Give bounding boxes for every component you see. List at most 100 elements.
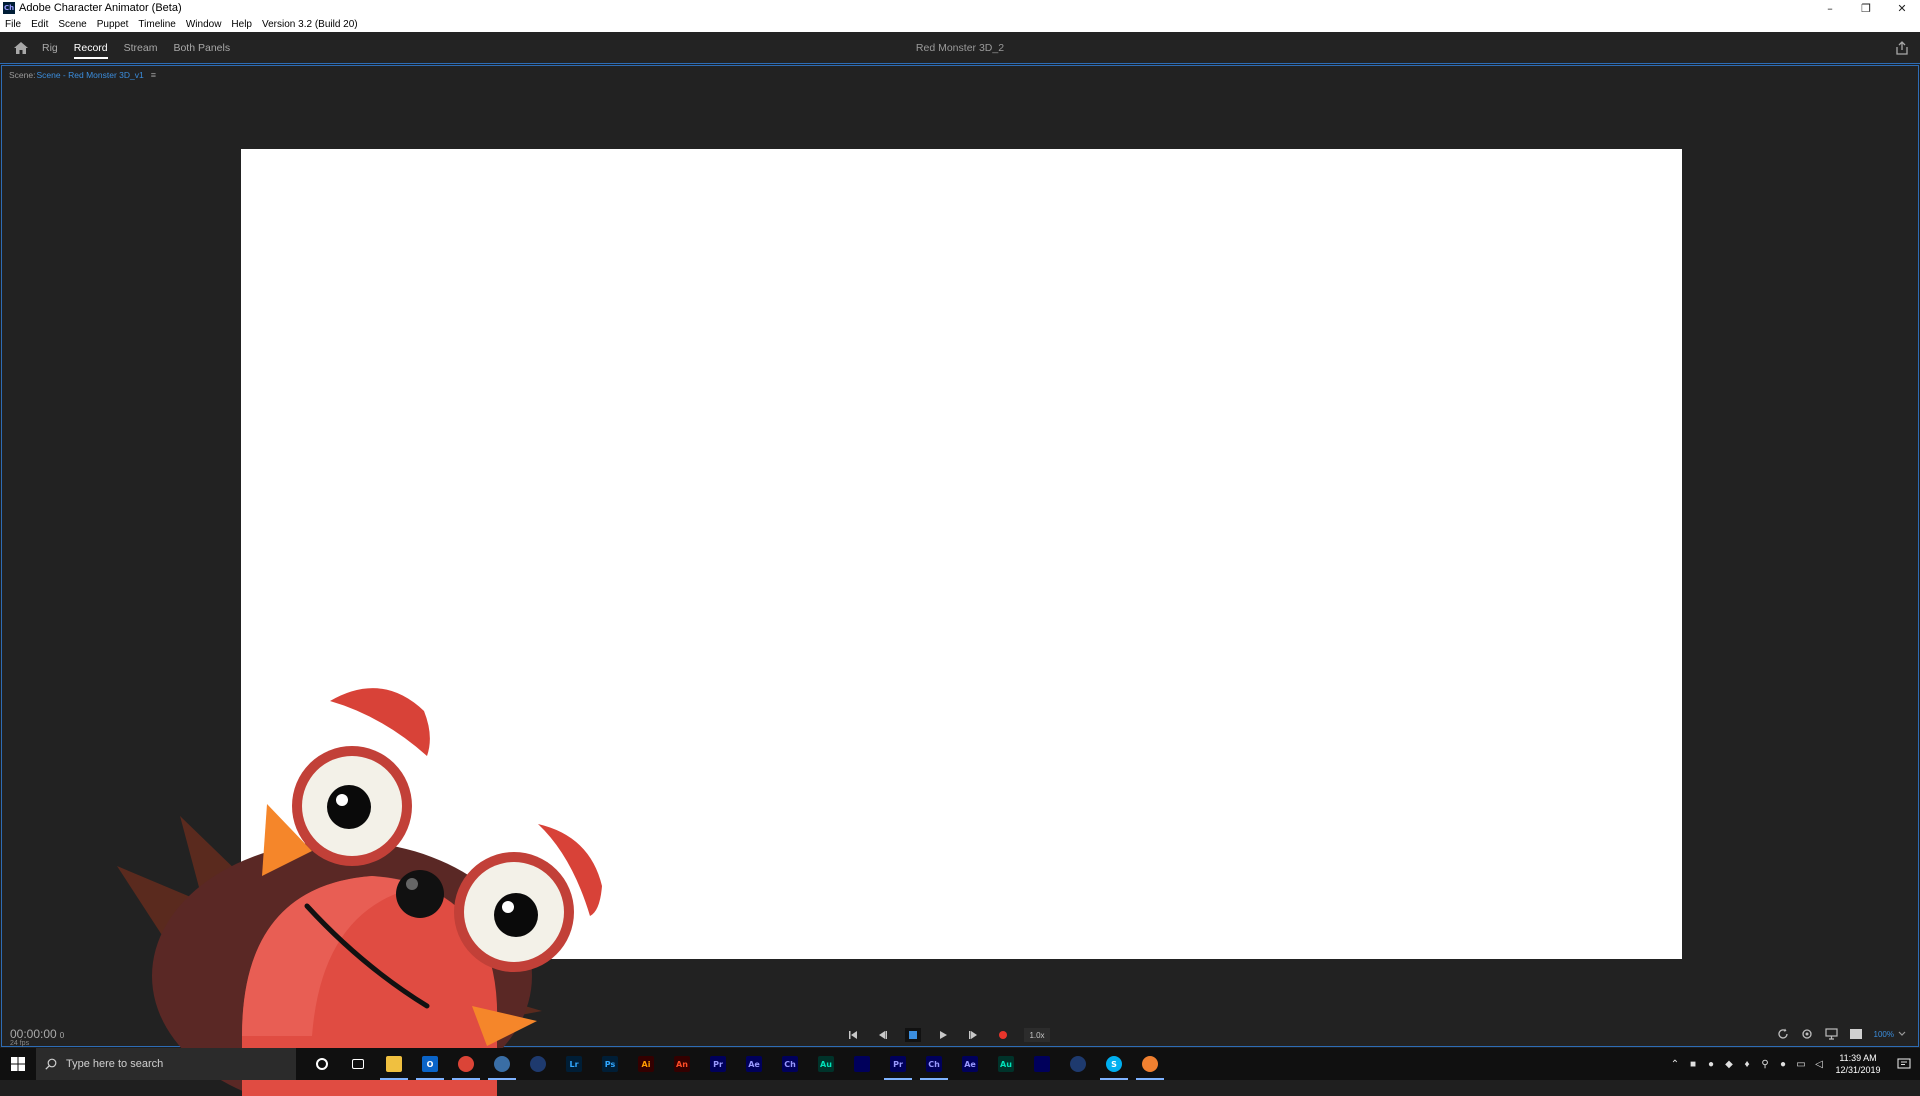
zoom-dropdown[interactable]: 100% [1874, 1030, 1906, 1039]
menu-puppet[interactable]: Puppet [97, 19, 129, 30]
stop-icon [905, 1028, 921, 1042]
windows-taskbar: Type here to search O Lr Ps Ai An Pr Ae Ch Au Pr C… [0, 1048, 1920, 1080]
notifications-icon[interactable] [1888, 1048, 1920, 1080]
panel-menu-icon[interactable]: ≡ [151, 70, 156, 80]
taskbar-app-app-globe[interactable] [484, 1048, 520, 1080]
dropbox-icon[interactable]: ◆ [1720, 1048, 1738, 1080]
timecode-display[interactable]: 00:00:00 0 [10, 1027, 64, 1041]
home-icon[interactable] [0, 32, 42, 64]
microphone-icon[interactable]: ♦ [1738, 1048, 1756, 1080]
taskbar-app-after-effects-beta[interactable]: Ae [952, 1048, 988, 1080]
taskbar-app-media-encoder[interactable] [844, 1048, 880, 1080]
chevron-down-icon [1898, 1031, 1906, 1036]
cortana-icon [316, 1058, 328, 1070]
taskbar-pinned-apps: O Lr Ps Ai An Pr Ae Ch Au Pr Ch Ae Au S [304, 1048, 1168, 1080]
taskbar-app-media-encoder-beta[interactable] [1024, 1048, 1060, 1080]
monitor-icon[interactable] [1824, 1028, 1838, 1040]
red-monster-puppet[interactable] [102, 676, 622, 1096]
tab-record[interactable]: Record [73, 32, 108, 64]
taskbar-clock[interactable]: 11:39 AM 12/31/2019 [1828, 1052, 1888, 1076]
after-effects-icon: Ae [746, 1056, 762, 1072]
menu-bar: File Edit Scene Puppet Timeline Window H… [0, 16, 1920, 32]
show-hidden-icons-icon[interactable]: ⌃ [1666, 1048, 1684, 1080]
taskbar-app-premiere-beta[interactable]: Pr [880, 1048, 916, 1080]
menu-window[interactable]: Window [186, 19, 222, 30]
taskbar-app-character-animator-beta[interactable]: Ch [916, 1048, 952, 1080]
tray-app-icon[interactable]: ■ [1684, 1048, 1702, 1080]
minimize-button[interactable]: – [1812, 0, 1848, 16]
close-button[interactable]: ✕ [1884, 0, 1920, 16]
tray-chrome-icon[interactable]: ● [1702, 1048, 1720, 1080]
taskbar-app-audition[interactable]: Au [808, 1048, 844, 1080]
taskbar-app-photoshop[interactable]: Ps [592, 1048, 628, 1080]
tray-red-app-icon[interactable]: ● [1774, 1048, 1792, 1080]
search-icon [36, 1058, 66, 1070]
menu-scene[interactable]: Scene [58, 19, 86, 30]
scene-name-link[interactable]: Scene - Red Monster 3D_v1 [36, 70, 143, 80]
illustrator-icon: Ai [638, 1056, 654, 1072]
scene-panel-header: Scene: Scene - Red Monster 3D_v1 ≡ [9, 70, 156, 80]
camera-settings-icon[interactable] [1801, 1028, 1813, 1040]
step-forward-icon [969, 1031, 977, 1039]
taskbar-app-file-explorer[interactable] [376, 1048, 412, 1080]
taskbar-app-premiere[interactable]: Pr [700, 1048, 736, 1080]
window-title: Adobe Character Animator (Beta) [19, 2, 182, 14]
taskbar-app-app-c4d[interactable] [520, 1048, 556, 1080]
taskbar-app-chrome[interactable] [448, 1048, 484, 1080]
frame-value: 0 [59, 1031, 65, 1040]
step-back-button[interactable] [868, 1026, 898, 1044]
audition-beta-icon: Au [998, 1056, 1014, 1072]
fill-frame-icon[interactable] [1849, 1029, 1862, 1039]
tray-search-icon[interactable]: ⚲ [1756, 1048, 1774, 1080]
tab-stream[interactable]: Stream [124, 32, 158, 64]
taskbar-app-skype[interactable]: S [1096, 1048, 1132, 1080]
refresh-icon[interactable] [1777, 1028, 1789, 1040]
character-animator-app-icon: Ch [3, 2, 15, 14]
volume-icon[interactable]: ◁ [1810, 1048, 1828, 1080]
chrome-icon [458, 1056, 474, 1072]
skype-icon: S [1106, 1056, 1122, 1072]
taskbar-app-audition-beta[interactable]: Au [988, 1048, 1024, 1080]
menu-help[interactable]: Help [231, 19, 252, 30]
media-encoder-beta-icon [1034, 1056, 1050, 1072]
file-explorer-icon [386, 1056, 402, 1072]
photoshop-icon: Ps [602, 1056, 618, 1072]
after-effects-beta-icon: Ae [962, 1056, 978, 1072]
step-back-icon [879, 1031, 887, 1039]
share-icon[interactable] [1894, 40, 1910, 56]
premiere-icon: Pr [710, 1056, 726, 1072]
taskbar-app-animate[interactable]: An [664, 1048, 700, 1080]
tab-rig[interactable]: Rig [42, 32, 58, 64]
taskbar-search[interactable]: Type here to search [36, 1048, 296, 1080]
record-button[interactable] [988, 1026, 1018, 1044]
lightroom-icon: Lr [566, 1056, 582, 1072]
start-button[interactable] [0, 1048, 36, 1080]
step-forward-button[interactable] [958, 1026, 988, 1044]
stop-button[interactable] [898, 1026, 928, 1044]
taskbar-app-lightroom[interactable]: Lr [556, 1048, 592, 1080]
go-to-start-button[interactable] [838, 1026, 868, 1044]
taskbar-app-illustrator[interactable]: Ai [628, 1048, 664, 1080]
app-globe-icon [494, 1056, 510, 1072]
taskbar-app-app-c4d-2[interactable] [1060, 1048, 1096, 1080]
workspace-bar: Red Monster 3D_2 Rig Record Stream Both … [0, 32, 1920, 64]
taskbar-app-cortana[interactable] [304, 1048, 340, 1080]
app-c4d-2-icon [1070, 1056, 1086, 1072]
play-button[interactable] [928, 1026, 958, 1044]
audition-icon: Au [818, 1056, 834, 1072]
menu-file[interactable]: File [5, 19, 21, 30]
search-placeholder: Type here to search [66, 1058, 164, 1070]
clock-time: 11:39 AM [1839, 1053, 1877, 1063]
network-icon[interactable]: ▭ [1792, 1048, 1810, 1080]
taskbar-app-character-animator[interactable]: Ch [772, 1048, 808, 1080]
restore-button[interactable]: ❐ [1848, 0, 1884, 16]
premiere-beta-icon: Pr [890, 1056, 906, 1072]
menu-edit[interactable]: Edit [31, 19, 48, 30]
menu-timeline[interactable]: Timeline [138, 19, 175, 30]
taskbar-app-task-view[interactable] [340, 1048, 376, 1080]
taskbar-app-after-effects[interactable]: Ae [736, 1048, 772, 1080]
playback-speed[interactable]: 1.0x [1024, 1028, 1050, 1042]
taskbar-app-app-orange[interactable] [1132, 1048, 1168, 1080]
tab-both-panels[interactable]: Both Panels [173, 32, 230, 64]
taskbar-app-outlook[interactable]: O [412, 1048, 448, 1080]
